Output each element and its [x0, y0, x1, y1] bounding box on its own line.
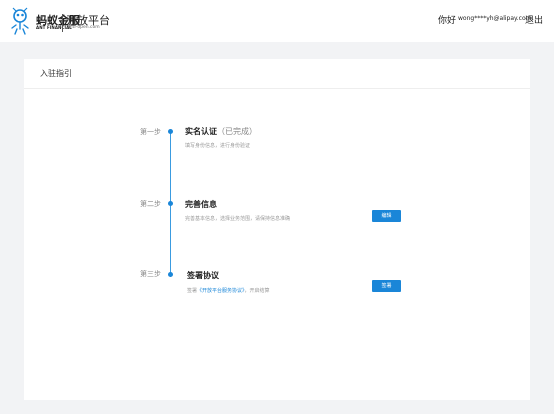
card-divider	[24, 88, 530, 89]
step-1-title: 实名认证（已完成）	[185, 127, 257, 136]
logout-link[interactable]: 退出	[525, 13, 543, 26]
step-2-title: 完善信息	[185, 200, 217, 209]
step-3-title: 签署协议	[187, 271, 219, 280]
step-2-dot	[168, 201, 173, 206]
onboarding-card: 入驻指引 第一步 实名认证（已完成） 填写身份信息，进行身份验证 第二步 完善信…	[24, 59, 530, 400]
header-divider	[62, 14, 63, 32]
step-1-description: 填写身份信息，进行身份验证	[185, 143, 251, 149]
step-3-label: 第三步	[140, 270, 161, 278]
ant-logo-icon	[11, 7, 29, 35]
platform-domain: antl-open.com	[67, 25, 100, 30]
sign-button[interactable]: 签署	[372, 280, 401, 292]
card-title: 入驻指引	[40, 69, 72, 78]
step-1-status: （已完成）	[217, 127, 257, 136]
user-email: wong****yh@alipay.com	[458, 15, 532, 22]
step-3-dot	[168, 272, 173, 277]
edit-button[interactable]: 编辑	[372, 210, 401, 222]
step-3-description: 签署《开放平台服务协议》，开启结算	[187, 288, 270, 294]
service-agreement-link[interactable]: 《开放平台服务协议》	[197, 288, 245, 294]
top-header: 蚂蚁金服 ANT FINANCIAL 开放平台 antl-open.com 你好…	[0, 0, 554, 42]
step-2-label: 第二步	[140, 200, 161, 208]
step-1-label: 第一步	[140, 128, 161, 136]
step-2-description: 完善基本信息，选择业务范围，请保持信息准确	[185, 216, 291, 222]
step-1-dot	[168, 129, 173, 134]
greeting-text: 你好	[438, 16, 457, 26]
